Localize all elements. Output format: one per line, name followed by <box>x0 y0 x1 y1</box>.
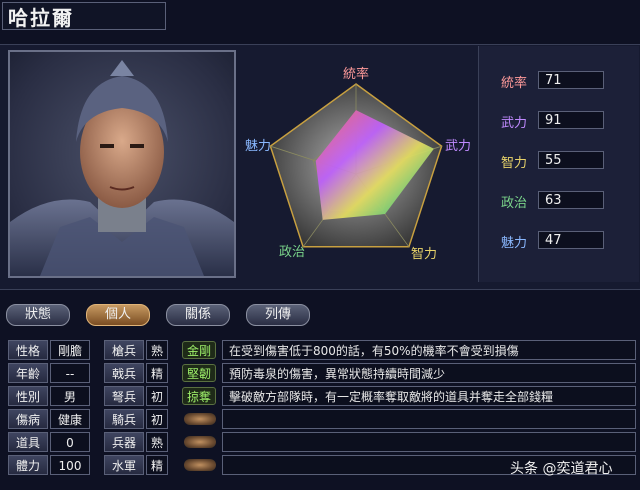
skill-description: 擊破敵方部隊時，有一定概率奪取敵將的道具并奪走全部錢糧 <box>222 386 636 406</box>
skill-name[interactable]: 掠奪 <box>182 387 216 405</box>
officer-portrait <box>8 50 236 278</box>
radar-label-politics: 政治 <box>279 245 305 260</box>
officer-name: 哈拉爾 <box>8 6 74 30</box>
portrait-image <box>10 60 234 276</box>
radar-label-intelligence: 智力 <box>411 247 437 262</box>
aptitude-value: 精 <box>146 455 168 475</box>
skill-slot-empty <box>184 436 216 448</box>
aptitude-value: 精 <box>146 363 168 383</box>
skill-description: 在受到傷害低于800的話，有50%的機率不會受到損傷 <box>222 340 636 360</box>
aptitude-value: 初 <box>146 409 168 429</box>
radar-label-command: 統率 <box>343 66 369 82</box>
personal-label: 體力 <box>8 455 48 475</box>
stat-value: 91 <box>538 111 604 129</box>
stat-value: 71 <box>538 71 604 89</box>
stat-label: 智力 <box>500 156 527 171</box>
stat-label: 魅力 <box>500 236 527 251</box>
personal-label: 道具 <box>8 432 48 452</box>
skill-name[interactable]: 堅韌 <box>182 364 216 382</box>
watermark: 头条 @奕道君心 <box>510 461 613 477</box>
personal-value: -- <box>50 363 90 383</box>
tab-status[interactable]: 狀態 <box>6 304 70 326</box>
stat-value: 63 <box>538 191 604 209</box>
stat-value: 47 <box>538 231 604 249</box>
aptitude-label: 戟兵 <box>104 363 144 383</box>
aptitude-label: 騎兵 <box>104 409 144 429</box>
aptitude-value: 熟 <box>146 340 168 360</box>
personal-label: 年齡 <box>8 363 48 383</box>
skill-description: 預防毒泉的傷害，異常狀態持續時間減少 <box>222 363 636 383</box>
stat-label: 統率 <box>500 76 527 91</box>
personal-value: 健康 <box>50 409 90 429</box>
personal-label: 傷病 <box>8 409 48 429</box>
tab-personal[interactable]: 個人 <box>86 304 150 326</box>
radar-label-charm: 魅力 <box>245 139 271 154</box>
aptitude-label: 水軍 <box>104 455 144 475</box>
skill-slot-empty <box>184 459 216 471</box>
aptitude-value: 初 <box>146 386 168 406</box>
aptitude-label: 弩兵 <box>104 386 144 406</box>
aptitude-label: 兵器 <box>104 432 144 452</box>
personal-value: 0 <box>50 432 90 452</box>
stat-label: 政治 <box>500 196 527 211</box>
tab-relations[interactable]: 關係 <box>166 304 230 326</box>
personal-value: 100 <box>50 455 90 475</box>
skill-description <box>222 409 636 429</box>
personal-label: 性別 <box>8 386 48 406</box>
skill-description <box>222 432 636 452</box>
skill-name[interactable]: 金剛 <box>182 341 216 359</box>
ability-radar-chart: 統率 武力 智力 政治 魅力 <box>245 66 471 262</box>
aptitude-label: 槍兵 <box>104 340 144 360</box>
tab-biography[interactable]: 列傳 <box>246 304 310 326</box>
personal-value: 男 <box>50 386 90 406</box>
stat-value: 55 <box>538 151 604 169</box>
aptitude-value: 熟 <box>146 432 168 452</box>
radar-label-war: 武力 <box>445 139 471 154</box>
personal-value: 剛膽 <box>50 340 90 360</box>
personal-label: 性格 <box>8 340 48 360</box>
stat-label: 武力 <box>500 116 527 131</box>
skill-slot-empty <box>184 413 216 425</box>
